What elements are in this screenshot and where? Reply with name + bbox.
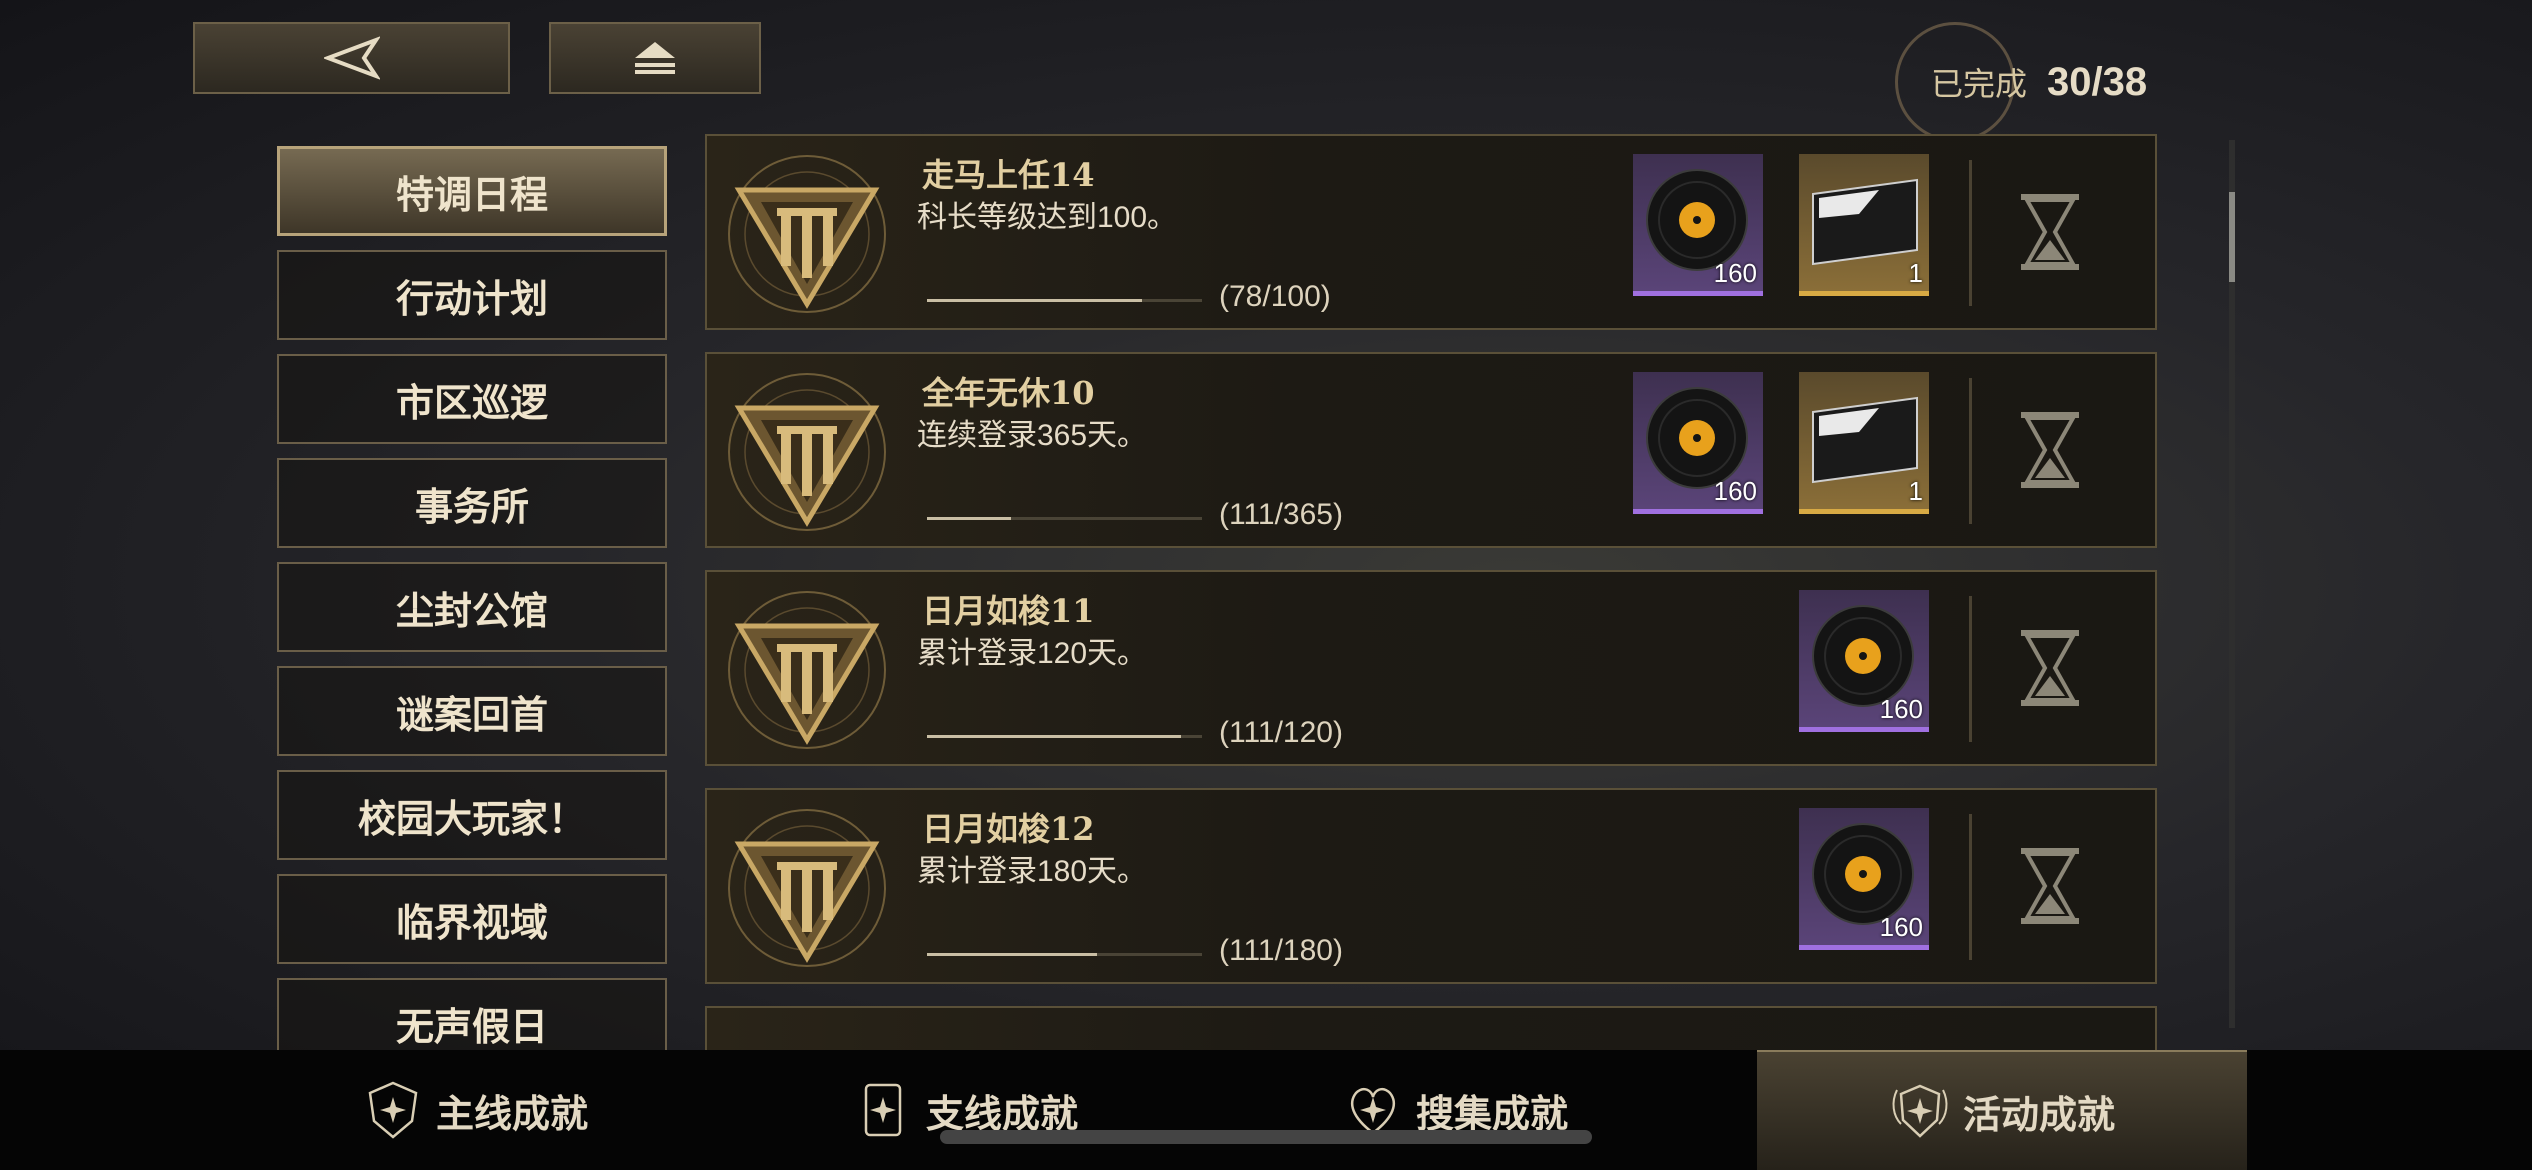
scrollbar-thumb[interactable] — [2229, 192, 2235, 282]
back-button[interactable] — [193, 22, 510, 94]
tab-side-achievements[interactable]: 支线成就 — [720, 1050, 1210, 1170]
completion-counter: 已完成 30/38 — [1895, 22, 2185, 142]
tab-collect-achievements[interactable]: 搜集成就 — [1210, 1050, 1700, 1170]
tab-main-achievements-label: 主线成就 — [435, 1090, 588, 1136]
reward-quantity: 160 — [1879, 912, 1923, 942]
progress-text: (111/365) — [1219, 498, 1343, 531]
reward-quantity: 160 — [1713, 476, 1757, 506]
sidebar-item-campus-player[interactable]: 校园大玩家！ — [277, 770, 667, 860]
sidebar-item-city-patrol[interactable]: 市区巡逻 — [277, 354, 667, 444]
card-divider — [1969, 596, 1972, 742]
tab-event-achievements[interactable]: 活动成就 — [1757, 1050, 2247, 1170]
completion-value: 30/38 — [2047, 59, 2148, 104]
achievement-card-partial[interactable] — [705, 1006, 2157, 1050]
achievement-emblem-icon — [728, 373, 886, 531]
achievement-card[interactable]: 走马上任14 科长等级达到100。 (78/100) 160 1 — [705, 134, 2157, 330]
achievement-description: 累计登录180天。 — [917, 855, 1148, 888]
reward-quantity: 1 — [1908, 258, 1923, 288]
progress-bar-fill — [927, 735, 1182, 738]
achievement-emblem-icon — [728, 591, 886, 749]
scroll-star-icon — [864, 1083, 902, 1137]
sidebar-item-critical-view[interactable]: 临界视域 — [277, 874, 667, 964]
bottom-tab-bar: 主线成就 支线成就 搜集成就 活动成就 — [0, 1050, 2532, 1170]
reward-quantity: 1 — [1908, 476, 1923, 506]
winged-star-icon — [1892, 1084, 1948, 1138]
progress-bar-fill — [927, 299, 1142, 302]
reward-record-disc[interactable]: 160 — [1799, 808, 1929, 950]
achievement-emblem-icon — [728, 809, 886, 967]
reward-record-disc[interactable]: 160 — [1633, 372, 1763, 514]
home-indicator[interactable] — [940, 1130, 1592, 1144]
sidebar-item-dusty-mansion[interactable]: 尘封公馆 — [277, 562, 667, 652]
card-divider — [1969, 160, 1972, 306]
reward-ticket[interactable]: 1 — [1799, 154, 1929, 296]
sidebar-item-office[interactable]: 事务所 — [277, 458, 667, 548]
hourglass-icon — [2021, 848, 2079, 924]
progress-text: (111/120) — [1219, 716, 1343, 749]
card-divider — [1969, 378, 1972, 524]
reward-record-disc[interactable]: 160 — [1799, 590, 1929, 732]
achievement-title: 走马上任14 — [922, 156, 1095, 194]
progress-bar-fill — [927, 953, 1097, 956]
sidebar-item-special-schedule[interactable]: 特调日程 — [277, 146, 667, 236]
home-button[interactable] — [549, 22, 761, 94]
achievement-description: 累计登录120天。 — [917, 637, 1148, 670]
eject-icon — [635, 42, 675, 74]
progress-bar — [927, 517, 1202, 520]
progress-bar — [927, 299, 1202, 302]
reward-quantity: 160 — [1879, 694, 1923, 724]
tab-event-achievements-label: 活动成就 — [1962, 1091, 2115, 1137]
sidebar-item-case-review[interactable]: 谜案回首 — [277, 666, 667, 756]
progress-bar — [927, 735, 1202, 738]
tab-main-achievements[interactable]: 主线成就 — [230, 1050, 720, 1170]
progress-text: (111/180) — [1219, 934, 1343, 967]
reward-quantity: 160 — [1713, 258, 1757, 288]
progress-bar — [927, 953, 1202, 956]
hourglass-icon — [2021, 412, 2079, 488]
reward-record-disc[interactable]: 160 — [1633, 154, 1763, 296]
sidebar-item-action-plan[interactable]: 行动计划 — [277, 250, 667, 340]
card-divider — [1969, 814, 1972, 960]
category-sidebar: 特调日程 行动计划 市区巡逻 事务所 尘封公馆 谜案回首 校园大玩家！ 临界视域… — [277, 146, 667, 1050]
progress-bar-fill — [927, 517, 1011, 520]
reward-ticket[interactable]: 1 — [1799, 372, 1929, 514]
achievement-emblem-icon — [728, 155, 886, 313]
achievement-title: 日月如梭12 — [922, 810, 1095, 848]
hourglass-icon — [2021, 630, 2079, 706]
back-arrow-icon — [323, 36, 380, 80]
list-scrollbar[interactable] — [2229, 140, 2235, 1028]
achievement-list[interactable]: 走马上任14 科长等级达到100。 (78/100) 160 1 全年无休10 连续登录36… — [705, 134, 2157, 1050]
achievement-card[interactable]: 日月如梭12 累计登录180天。 (111/180) 160 — [705, 788, 2157, 984]
achievement-title: 全年无休10 — [922, 374, 1095, 412]
achievement-description: 科长等级达到100。 — [917, 201, 1178, 234]
achievement-title: 日月如梭11 — [922, 592, 1095, 630]
sidebar-item-silent-holiday[interactable]: 无声假日 — [277, 978, 667, 1050]
shield-star-icon — [368, 1081, 418, 1139]
hourglass-icon — [2021, 194, 2079, 270]
achievement-card[interactable]: 全年无休10 连续登录365天。 (111/365) 160 1 — [705, 352, 2157, 548]
completion-label: 已完成 — [1931, 66, 2028, 102]
achievement-card[interactable]: 日月如梭11 累计登录120天。 (111/120) 160 — [705, 570, 2157, 766]
progress-text: (78/100) — [1219, 280, 1331, 313]
achievement-description: 连续登录365天。 — [917, 419, 1148, 452]
